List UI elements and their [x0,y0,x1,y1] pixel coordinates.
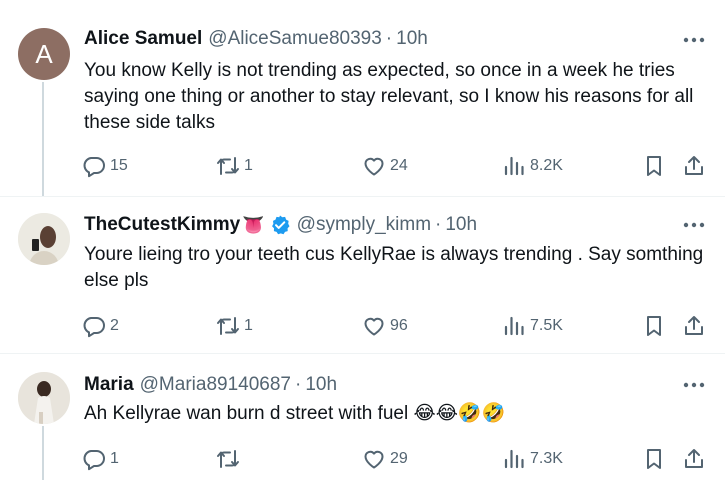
retweet-count: 1 [244,157,253,174]
timestamp[interactable]: 10h [396,27,428,51]
views-icon [504,156,524,176]
action-bar: 15 1 24 8.2K [82,154,711,178]
tweet-text: You know Kelly is not trending as expect… [84,60,694,133]
avatar[interactable] [18,213,70,265]
avatar-letter: A [35,38,53,69]
like-icon [364,157,384,176]
thread-line [42,82,44,196]
author-name[interactable]: TheCutestKimmy [84,213,240,237]
tweet-text: Ah Kellyrae wan burn d street with fuel … [84,403,506,424]
views-count: 7.3K [530,450,563,467]
tweet-header: TheCutestKimmy 👅 @symply_kimm · 10h [84,213,665,237]
reply-button[interactable]: 2 [82,314,119,338]
bookmark-icon [647,156,661,176]
like-count: 29 [390,450,408,467]
reply-count: 15 [110,157,128,174]
more-icon [683,37,705,43]
views-icon [504,316,524,336]
author-handle[interactable]: @symply_kimm [297,213,431,237]
bookmark-button[interactable] [642,447,666,471]
retweet-button[interactable] [216,447,244,471]
share-button[interactable] [682,154,706,178]
share-icon [685,316,703,335]
action-bar: 1 29 7.3K [82,447,711,471]
more-icon [683,222,705,228]
like-count: 96 [390,317,408,334]
more-icon [683,382,705,388]
retweet-button[interactable]: 1 [216,314,253,338]
views-count: 7.5K [530,317,563,334]
bookmark-icon [647,316,661,336]
like-icon [364,317,384,336]
profile-photo [18,372,70,424]
reply-count: 2 [110,317,119,334]
separator-dot: · [435,214,442,235]
retweet-icon [217,450,239,468]
author-name[interactable]: Alice Samuel [84,27,202,51]
like-icon [364,450,384,469]
reply-button[interactable]: 1 [82,447,119,471]
views-button[interactable]: 7.3K [502,447,563,471]
retweet-icon [217,317,239,335]
views-button[interactable]: 8.2K [502,154,563,178]
reply-count: 1 [110,450,119,467]
avatar[interactable] [18,372,70,424]
author-handle[interactable]: @AliceSamue80393 [208,27,382,51]
views-icon [504,449,524,469]
more-button[interactable] [681,375,707,395]
separator-dot: · [385,28,393,49]
retweet-count: 1 [244,317,253,334]
more-button[interactable] [681,215,707,235]
author-handle[interactable]: @Maria89140687 [140,373,291,397]
share-button[interactable] [682,447,706,471]
like-count: 24 [390,157,408,174]
like-button[interactable]: 96 [362,314,408,338]
retweet-icon [217,157,239,175]
reply-icon [83,157,105,178]
reply-button[interactable]: 15 [82,154,128,178]
author-name[interactable]: Maria [84,373,134,397]
verified-badge-icon [271,215,290,235]
thread-line [42,426,44,480]
tweet-maria[interactable]: Maria @Maria89140687 · 10h Ah Kellyrae w… [0,353,725,480]
action-bar: 2 1 96 7.5K [82,314,711,338]
tongue-emoji: 👅 [242,215,265,235]
reply-icon [83,450,105,471]
more-button[interactable] [681,30,707,50]
like-button[interactable]: 24 [362,154,408,178]
share-icon [685,156,703,175]
timestamp[interactable]: 10h [445,213,477,237]
timestamp[interactable]: 10h [305,373,337,397]
tweet-text: Youre lieing tro your teeth cus KellyRae… [84,244,704,291]
avatar[interactable]: A [18,28,70,80]
like-button[interactable]: 29 [362,447,408,471]
verified-badge [269,214,291,236]
views-count: 8.2K [530,157,563,174]
bookmark-button[interactable] [642,314,666,338]
tweet-alice[interactable]: A Alice Samuel @AliceSamue80393 · 10h Yo… [0,0,725,196]
tweet-header: Maria @Maria89140687 · 10h [84,373,665,397]
tweet-thecutestkimmy[interactable]: TheCutestKimmy 👅 @symply_kimm · 10h Your… [0,196,725,353]
share-button[interactable] [682,314,706,338]
bookmark-button[interactable] [642,154,666,178]
tweet-header: Alice Samuel @AliceSamue80393 · 10h [84,27,665,51]
views-button[interactable]: 7.5K [502,314,563,338]
reply-icon [83,317,105,338]
bookmark-icon [647,449,661,469]
share-icon [685,449,703,468]
profile-photo [18,213,70,265]
separator-dot: · [294,374,302,395]
retweet-button[interactable]: 1 [216,154,253,178]
